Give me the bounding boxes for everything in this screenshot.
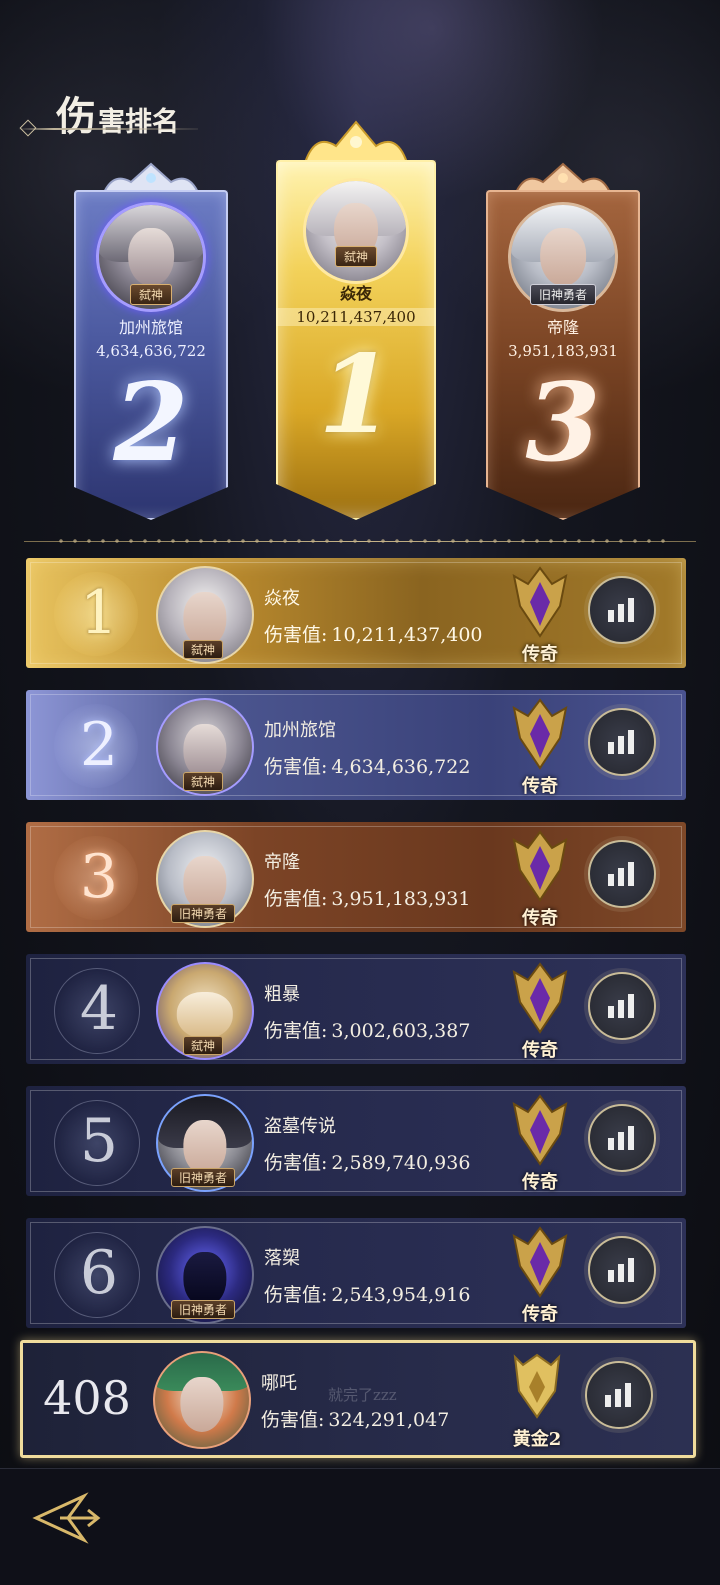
- damage-value: 伤害值: 324,291,047: [261, 1409, 450, 1431]
- back-arrow-icon: [32, 1492, 101, 1544]
- title-tag: 旧神勇者: [170, 1300, 236, 1319]
- player-name: 落槊: [264, 1248, 300, 1269]
- tier-badge: 传奇: [504, 1094, 576, 1194]
- player-name: 盗墓传说: [264, 1116, 336, 1137]
- player-name: 焱夜: [264, 588, 300, 609]
- page-title-small: 害排名: [98, 107, 179, 138]
- rank-numeral: 1: [318, 332, 394, 458]
- stats-button[interactable]: [588, 708, 656, 776]
- title-tag: 旧神勇者: [170, 1168, 236, 1187]
- player-score: 10,211,437,400: [276, 308, 436, 326]
- rank-number: 408: [43, 1371, 131, 1425]
- player-score: 4,634,636,722: [96, 342, 206, 360]
- stats-button[interactable]: [588, 972, 656, 1040]
- stats-button[interactable]: [588, 1236, 656, 1304]
- stats-button[interactable]: [585, 1361, 653, 1429]
- player-score: 3,951,183,931: [508, 342, 618, 360]
- legend-tier-icon: [512, 1094, 568, 1166]
- player-name: 粗暴: [264, 984, 300, 1005]
- title-tag: 弑神: [182, 772, 224, 791]
- player-name: 加州旅馆: [118, 318, 183, 337]
- back-button[interactable]: [30, 1488, 104, 1548]
- bottom-bar: [0, 1468, 720, 1585]
- stats-button[interactable]: [588, 576, 656, 644]
- rank-numeral: 3: [525, 360, 601, 486]
- bar-chart-icon: [608, 730, 634, 754]
- title-tag: 旧神勇者: [529, 284, 597, 305]
- bar-chart-icon: [605, 1383, 631, 1407]
- player-name: 加州旅馆: [264, 720, 336, 741]
- player-name: 帝隆: [546, 318, 579, 337]
- avatar: [153, 1351, 251, 1449]
- damage-value: 伤害值: 3,002,603,387: [264, 1020, 471, 1042]
- damage-value: 伤害值: 2,589,740,936: [264, 1152, 471, 1174]
- rank-number: 4: [79, 974, 119, 1044]
- list-item-rank-4[interactable]: 4 弑神 粗暴 伤害值: 3,002,603,387 传奇: [26, 954, 686, 1064]
- podium-rank-2[interactable]: 弑神 加州旅馆 4,634,636,722 2: [74, 160, 228, 520]
- tier-badge: 传奇: [504, 830, 576, 930]
- title-tag: 弑神: [129, 284, 173, 305]
- page-title-big: 伤: [56, 93, 96, 140]
- player-name: 焱夜: [339, 284, 372, 303]
- rank-number: 1: [79, 578, 119, 648]
- bar-chart-icon: [608, 598, 634, 622]
- legend-tier-icon: [512, 830, 568, 902]
- tier-badge: 传奇: [504, 566, 576, 666]
- avatar: [303, 178, 409, 284]
- legend-tier-icon: [512, 1226, 568, 1298]
- page-title: 伤 害排名: [56, 84, 179, 142]
- gold-tier-icon: [513, 1353, 561, 1419]
- background-chat-text: 就完了zzz: [328, 1386, 397, 1404]
- tier-badge: 传奇: [504, 1226, 576, 1326]
- legend-tier-icon: [512, 698, 568, 770]
- rank-number: 3: [79, 842, 119, 912]
- tier-badge: 传奇: [504, 962, 576, 1062]
- player-name: 哪吒: [261, 1373, 297, 1394]
- section-divider: [24, 538, 696, 544]
- rank-numeral: 2: [113, 360, 189, 486]
- tier-badge: 传奇: [504, 698, 576, 798]
- stats-button[interactable]: [588, 1104, 656, 1172]
- title-tag: 弑神: [182, 1036, 224, 1055]
- bar-chart-icon: [608, 862, 634, 886]
- list-item-rank-1[interactable]: 1 弑神 焱夜 伤害值: 10,211,437,400 传奇: [26, 558, 686, 668]
- title-tag: 弑神: [182, 640, 224, 659]
- title-underline: [18, 128, 198, 130]
- podium-rank-1[interactable]: 弑神 焱夜 10,211,437,400 1: [276, 120, 436, 520]
- podium-rank-3[interactable]: 旧神勇者 帝隆 3,951,183,931 3: [486, 160, 640, 520]
- legend-tier-icon: [512, 962, 568, 1034]
- bar-chart-icon: [608, 994, 634, 1018]
- bar-chart-icon: [608, 1258, 634, 1282]
- damage-value: 伤害值: 10,211,437,400: [264, 624, 483, 646]
- rank-number: 2: [79, 710, 119, 780]
- list-item-rank-2[interactable]: 2 弑神 加州旅馆 伤害值: 4,634,636,722 传奇: [26, 690, 686, 800]
- damage-value: 伤害值: 2,543,954,916: [264, 1284, 471, 1306]
- list-item-rank-6[interactable]: 6 旧神勇者 落槊 伤害值: 2,543,954,916 传奇: [26, 1218, 686, 1328]
- stats-button[interactable]: [588, 840, 656, 908]
- rank-number: 6: [79, 1238, 119, 1308]
- list-item-rank-5[interactable]: 5 旧神勇者 盗墓传说 伤害值: 2,589,740,936 传奇: [26, 1086, 686, 1196]
- damage-value: 伤害值: 4,634,636,722: [264, 756, 471, 778]
- title-tag: 旧神勇者: [170, 904, 236, 923]
- title-tag: 弑神: [334, 246, 378, 267]
- bar-chart-icon: [608, 1126, 634, 1150]
- legend-tier-icon: [512, 566, 568, 638]
- player-name: 帝隆: [264, 852, 300, 873]
- title-diamond-ornament: [19, 119, 37, 137]
- tier-badge: 黄金2: [501, 1351, 573, 1451]
- damage-value: 伤害值: 3,951,183,931: [264, 888, 471, 910]
- list-item-rank-3[interactable]: 3 旧神勇者 帝隆 伤害值: 3,951,183,931 传奇: [26, 822, 686, 932]
- rank-number: 5: [79, 1106, 119, 1176]
